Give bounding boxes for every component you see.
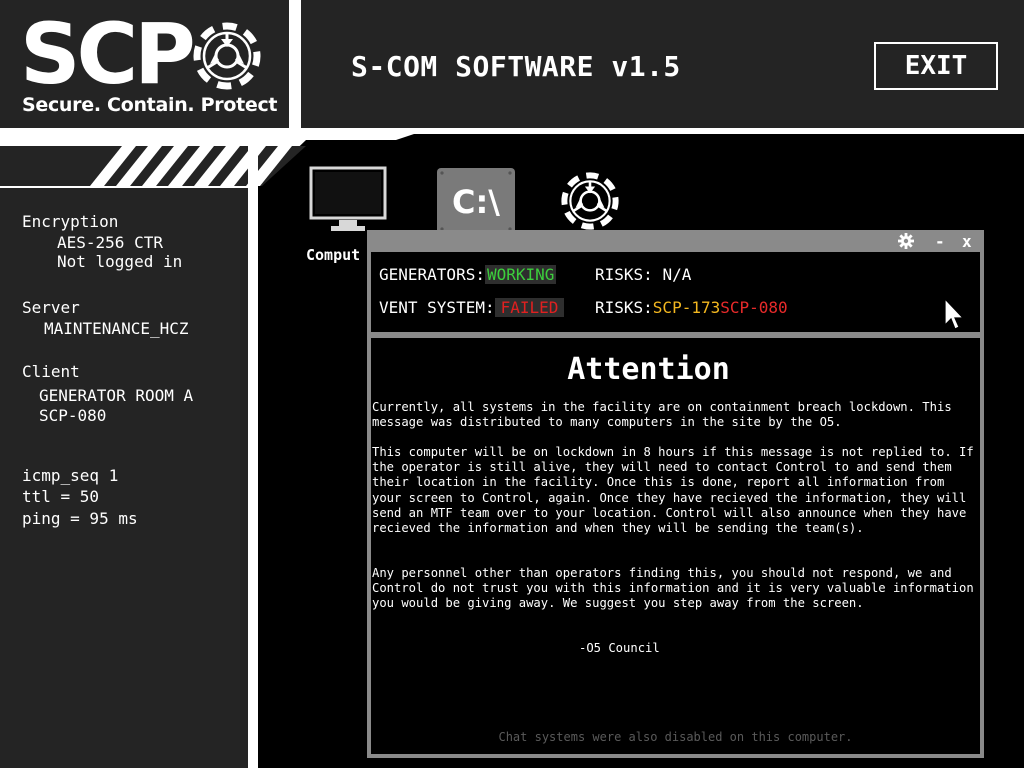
vent-risks-label: RISKS: (595, 298, 653, 317)
login-status: Not logged in (57, 252, 183, 271)
vent-label: VENT SYSTEM: (379, 298, 495, 317)
message-paragraph-3: Any personnel other than operators findi… (372, 566, 974, 611)
app-title: S-COM SOFTWARE v1.5 (351, 50, 681, 83)
minimize-button[interactable]: - (935, 232, 945, 251)
encryption-value: AES-256 CTR (57, 233, 163, 252)
vent-risks: RISKS:SCP-173SCP-080 (595, 298, 788, 317)
message-body: Attention Currently, all systems in the … (371, 338, 980, 754)
exit-button[interactable]: EXIT (874, 42, 998, 90)
computer-icon-label[interactable]: Comput (306, 246, 360, 264)
computer-icon[interactable] (309, 166, 389, 238)
ping-value: ping = 95 ms (22, 509, 138, 528)
message-paragraph-1: Currently, all systems in the facility a… (372, 400, 952, 430)
status-panel: GENERATORS: WORKING RISKS: N/A VENT SYSTE… (371, 252, 980, 332)
gear-icon[interactable] (898, 233, 914, 249)
client-value-scp: SCP-080 (39, 406, 107, 425)
generators-risks: RISKS: N/A (595, 265, 691, 284)
logo-panel: SCP Secure. Contain. Protect (0, 0, 289, 128)
encryption-label: Encryption (22, 212, 119, 231)
client-label: Client (22, 362, 80, 381)
logo-tagline: Secure. Contain. Protect (22, 94, 278, 116)
message-title: Attention (567, 352, 730, 387)
command-prompt-icon[interactable]: C:\ (437, 168, 515, 234)
generators-value: WORKING (484, 265, 557, 284)
close-button[interactable]: x (962, 232, 972, 251)
ttl-value: ttl = 50 (22, 487, 100, 506)
vent-risk-scp-173: SCP-173 (652, 298, 721, 317)
generators-risks-value: N/A (662, 265, 692, 284)
vent-risk-scp-080: SCP-080 (720, 298, 788, 317)
generators-risks-label: RISKS: (595, 265, 653, 284)
sidebar: Encryption AES-256 CTR Not logged in Ser… (0, 188, 248, 768)
sidebar-border (248, 140, 258, 768)
server-value: MAINTENANCE_HCZ (44, 319, 189, 338)
scp-emblem-icon (193, 22, 261, 90)
mouse-cursor-icon (944, 298, 965, 330)
chat-disabled-notice: Chat systems were also disabled on this … (498, 730, 853, 744)
client-value-room: GENERATOR ROOM A (39, 386, 194, 405)
window-titlebar[interactable]: - x (367, 230, 984, 252)
logo-text: SCP (20, 5, 196, 103)
message-window[interactable]: - x GENERATORS: WORKING RISKS: N/A VENT S… (367, 230, 984, 758)
server-label: Server (22, 298, 80, 317)
generators-label: GENERATORS: (379, 265, 485, 284)
message-paragraph-2: This computer will be on lockdown in 8 h… (372, 445, 974, 536)
generators-status: GENERATORS: WORKING (379, 265, 557, 284)
vent-value: FAILED (494, 298, 565, 317)
command-prompt-glyph: C:\ (452, 183, 500, 221)
icmp-seq: icmp_seq 1 (22, 466, 119, 485)
vent-status: VENT SYSTEM: FAILED (379, 298, 565, 317)
scp-emblem-desktop-icon[interactable] (555, 166, 625, 236)
message-signoff: -O5 Council (579, 641, 660, 655)
